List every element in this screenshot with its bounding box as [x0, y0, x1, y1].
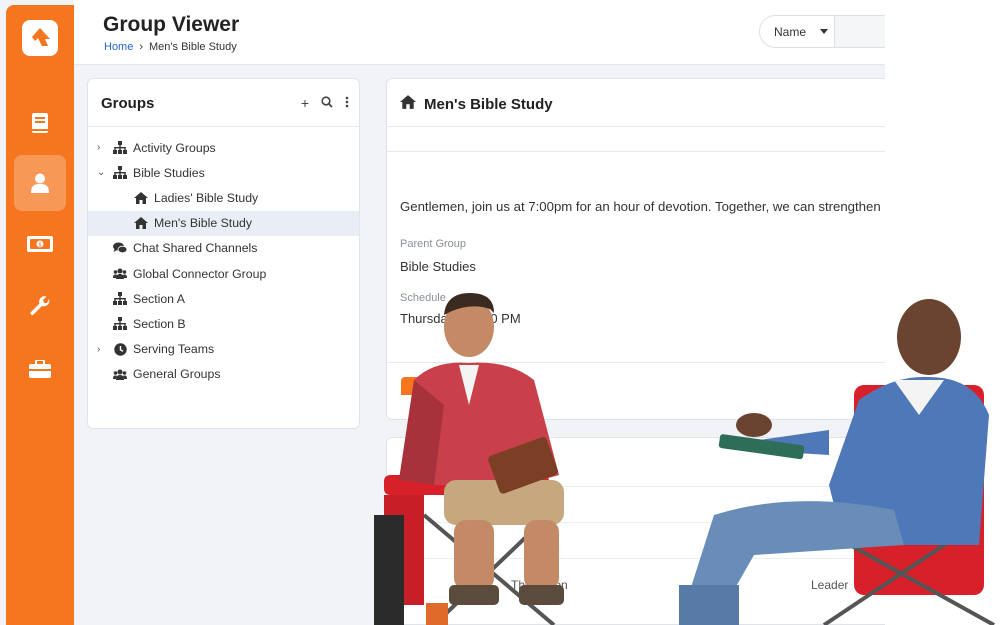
- tree-item-label: Section B: [133, 316, 186, 331]
- home-icon: [134, 216, 148, 230]
- caret-down-icon: [820, 29, 829, 34]
- tree-item-label: Activity Groups: [133, 140, 216, 155]
- rock-logo-icon[interactable]: [22, 20, 58, 56]
- breadcrumb-separator: ›: [139, 41, 144, 53]
- chevron-right-icon[interactable]: ›: [97, 344, 105, 355]
- groups-panel-actions: +: [301, 95, 349, 111]
- tree-item-section-b[interactable]: Section B: [88, 311, 359, 336]
- sidebar-item-content[interactable]: [14, 95, 66, 151]
- page-header: Group Viewer Home › Men's Bible Study Na…: [74, 0, 885, 65]
- more-icon[interactable]: [345, 95, 349, 111]
- people-photo: [374, 293, 995, 625]
- users-icon: [113, 367, 127, 381]
- users-icon: [113, 267, 127, 281]
- tree-item-label: Global Connector Group: [133, 266, 267, 281]
- sitemap-icon: [113, 141, 127, 155]
- tree-item-label: Serving Teams: [133, 342, 215, 357]
- page-title: Group Viewer: [103, 13, 240, 36]
- sidebar-item-admin[interactable]: [14, 341, 66, 397]
- sidebar-item-finance[interactable]: $: [14, 216, 66, 272]
- breadcrumb: Home › Men's Bible Study: [104, 41, 237, 53]
- tree-item-activity-groups[interactable]: › Activity Groups: [88, 135, 359, 160]
- groups-panel-title: Groups: [101, 95, 155, 112]
- chevron-right-icon[interactable]: ›: [97, 142, 105, 153]
- groups-panel: Groups + › Activity Groups ⌄ Bible Studi…: [87, 78, 360, 429]
- thermos: [426, 603, 448, 625]
- home-icon: [400, 95, 416, 113]
- tree-item-ladies-bible-study[interactable]: Ladies' Bible Study: [88, 185, 359, 210]
- group-name: Men's Bible Study: [424, 95, 553, 113]
- sort-select-value: Name: [774, 24, 807, 39]
- tree-item-chat-shared-channels[interactable]: Chat Shared Channels: [88, 236, 359, 261]
- tree-item-mens-bible-study[interactable]: Men's Bible Study: [88, 210, 359, 236]
- book-icon: [31, 112, 49, 134]
- search-icon[interactable]: [321, 95, 333, 111]
- sidebar-item-tools[interactable]: [14, 278, 66, 334]
- wrench-icon: [29, 295, 51, 317]
- sitemap-icon: [113, 317, 127, 331]
- person-icon: [31, 173, 49, 193]
- tree-item-label: Men's Bible Study: [154, 216, 253, 231]
- group-tree: › Activity Groups ⌄ Bible Studies Ladies…: [88, 135, 359, 387]
- tree-item-serving-teams[interactable]: › Serving Teams: [88, 337, 359, 362]
- sitemap-icon: [113, 166, 127, 180]
- parent-group-value: Bible Studies: [400, 259, 476, 274]
- sidebar: $: [6, 5, 74, 625]
- group-detail-toolbar: [387, 127, 885, 152]
- groups-panel-header: Groups +: [88, 79, 359, 127]
- tree-item-label: Ladies' Bible Study: [154, 190, 259, 205]
- briefcase-icon: [29, 360, 51, 378]
- parent-group-label: Parent Group: [400, 238, 467, 250]
- tree-item-general-groups[interactable]: General Groups: [88, 362, 359, 387]
- group-description: Gentlemen, join us at 7:00pm for an hour…: [400, 199, 881, 214]
- breadcrumb-home-link[interactable]: Home: [104, 41, 133, 53]
- sort-select[interactable]: Name: [759, 15, 835, 48]
- sitemap-icon: [113, 292, 127, 306]
- tree-item-global-connector-group[interactable]: Global Connector Group: [88, 261, 359, 286]
- header-search-box[interactable]: [835, 15, 885, 48]
- tree-item-label: Section A: [133, 291, 185, 306]
- money-icon: $: [27, 236, 53, 252]
- tree-item-label: Chat Shared Channels: [133, 241, 258, 256]
- group-detail-title: Men's Bible Study: [400, 95, 553, 113]
- tree-item-label: General Groups: [133, 367, 221, 382]
- add-group-button[interactable]: +: [301, 95, 309, 111]
- tree-item-section-a[interactable]: Section A: [88, 286, 359, 311]
- tree-item-label: Bible Studies: [133, 165, 205, 180]
- sidebar-item-people[interactable]: [14, 155, 66, 211]
- group-detail-header: Men's Bible Study: [387, 79, 885, 127]
- chevron-down-icon[interactable]: ⌄: [97, 167, 105, 178]
- tree-item-bible-studies[interactable]: ⌄ Bible Studies: [88, 160, 359, 185]
- chat-icon: [113, 241, 127, 255]
- clock-icon: [113, 342, 127, 356]
- home-icon: [134, 191, 148, 205]
- breadcrumb-current: Men's Bible Study: [149, 41, 237, 53]
- svg-text:$: $: [38, 242, 42, 249]
